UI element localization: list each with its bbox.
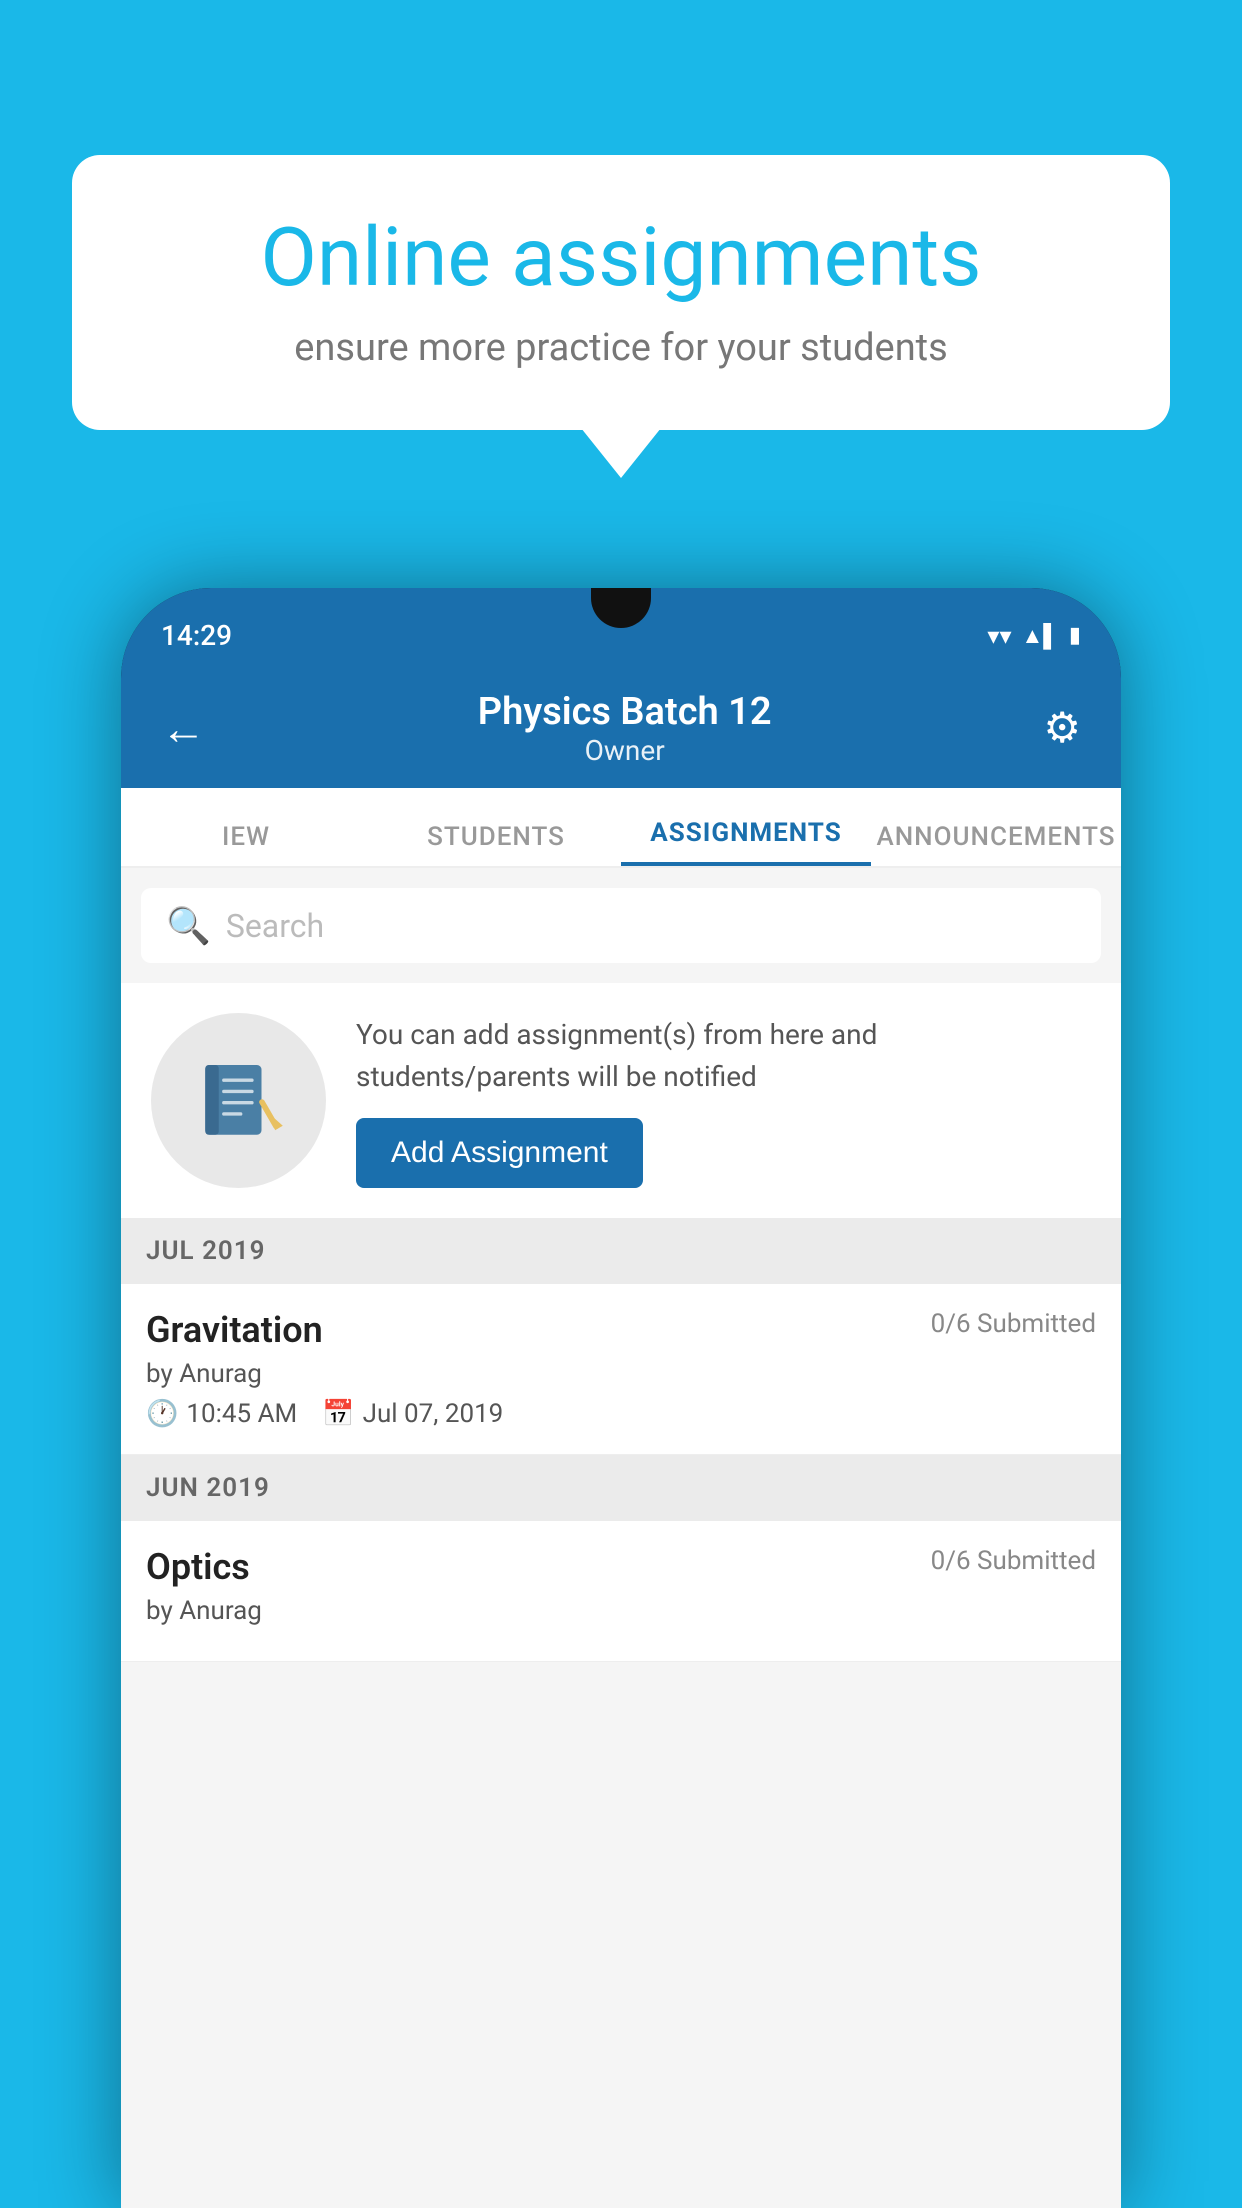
status-time: 14:29 [161, 619, 232, 652]
promo-description: You can add assignment(s) from here and … [356, 1014, 1091, 1098]
section-jun-2019: JUN 2019 [121, 1455, 1121, 1521]
back-button[interactable]: ← [161, 702, 206, 755]
bubble-subtext: ensure more practice for your students [132, 326, 1110, 370]
phone-content: 🔍 Search You can add assignment(s) from … [121, 868, 1121, 2208]
assignment-top: Gravitation 0/6 Submitted [146, 1309, 1096, 1351]
header-title-block: Physics Batch 12 Owner [478, 690, 772, 767]
tab-iew[interactable]: IEW [121, 822, 371, 866]
header-title: Physics Batch 12 [478, 690, 772, 734]
tab-announcements[interactable]: ANNOUNCEMENTS [871, 822, 1121, 866]
signal-icon: ▲▌ [1022, 623, 1059, 649]
assignment-date: 📅 Jul 07, 2019 [322, 1399, 503, 1429]
promo-card: You can add assignment(s) from here and … [121, 983, 1121, 1218]
tab-assignments[interactable]: ASSIGNMENTS [621, 818, 871, 866]
assignment-submitted-gravitation: 0/6 Submitted [931, 1309, 1096, 1339]
assignment-top-optics: Optics 0/6 Submitted [146, 1546, 1096, 1588]
promo-text-block: You can add assignment(s) from here and … [356, 1014, 1091, 1188]
search-icon: 🔍 [166, 905, 211, 947]
assignment-title-gravitation: Gravitation [146, 1309, 323, 1351]
section-jul-2019: JUL 2019 [121, 1218, 1121, 1284]
assignment-item-optics[interactable]: Optics 0/6 Submitted by Anurag [121, 1521, 1121, 1662]
status-icons: ▾▾ ▲▌ ▮ [987, 622, 1081, 650]
assignment-title-optics: Optics [146, 1546, 250, 1588]
assignment-icon-circle [151, 1013, 326, 1188]
calendar-icon: 📅 [322, 1399, 354, 1429]
assignment-time: 🕐 10:45 AM [146, 1399, 297, 1429]
assignment-time-value: 10:45 AM [186, 1399, 297, 1429]
assignment-meta-gravitation: 🕐 10:45 AM 📅 Jul 07, 2019 [146, 1399, 1096, 1429]
wifi-icon: ▾▾ [987, 622, 1011, 650]
tabs-bar: IEW STUDENTS ASSIGNMENTS ANNOUNCEMENTS [121, 788, 1121, 868]
notch-cutout [591, 588, 651, 628]
bubble-heading: Online assignments [132, 210, 1110, 306]
tab-students[interactable]: STUDENTS [371, 822, 621, 866]
assignment-date-value: Jul 07, 2019 [363, 1399, 504, 1429]
app-header: ← Physics Batch 12 Owner ⚙ [121, 668, 1121, 788]
gear-icon[interactable]: ⚙ [1043, 703, 1081, 753]
search-bar[interactable]: 🔍 Search [141, 888, 1101, 963]
notebook-icon [194, 1056, 284, 1146]
battery-icon: ▮ [1069, 623, 1081, 648]
search-placeholder: Search [226, 907, 324, 945]
assignment-author-gravitation: by Anurag [146, 1359, 1096, 1389]
assignment-submitted-optics: 0/6 Submitted [931, 1546, 1096, 1576]
add-assignment-button[interactable]: Add Assignment [356, 1118, 643, 1188]
status-bar: 14:29 ▾▾ ▲▌ ▮ [121, 588, 1121, 668]
assignment-author-optics: by Anurag [146, 1596, 1096, 1626]
clock-icon: 🕐 [146, 1399, 178, 1429]
speech-bubble: Online assignments ensure more practice … [72, 155, 1170, 430]
header-subtitle: Owner [478, 734, 772, 767]
phone-frame: 14:29 ▾▾ ▲▌ ▮ ← Physics Batch 12 Owner ⚙… [121, 588, 1121, 2208]
assignment-item-gravitation[interactable]: Gravitation 0/6 Submitted by Anurag 🕐 10… [121, 1284, 1121, 1455]
